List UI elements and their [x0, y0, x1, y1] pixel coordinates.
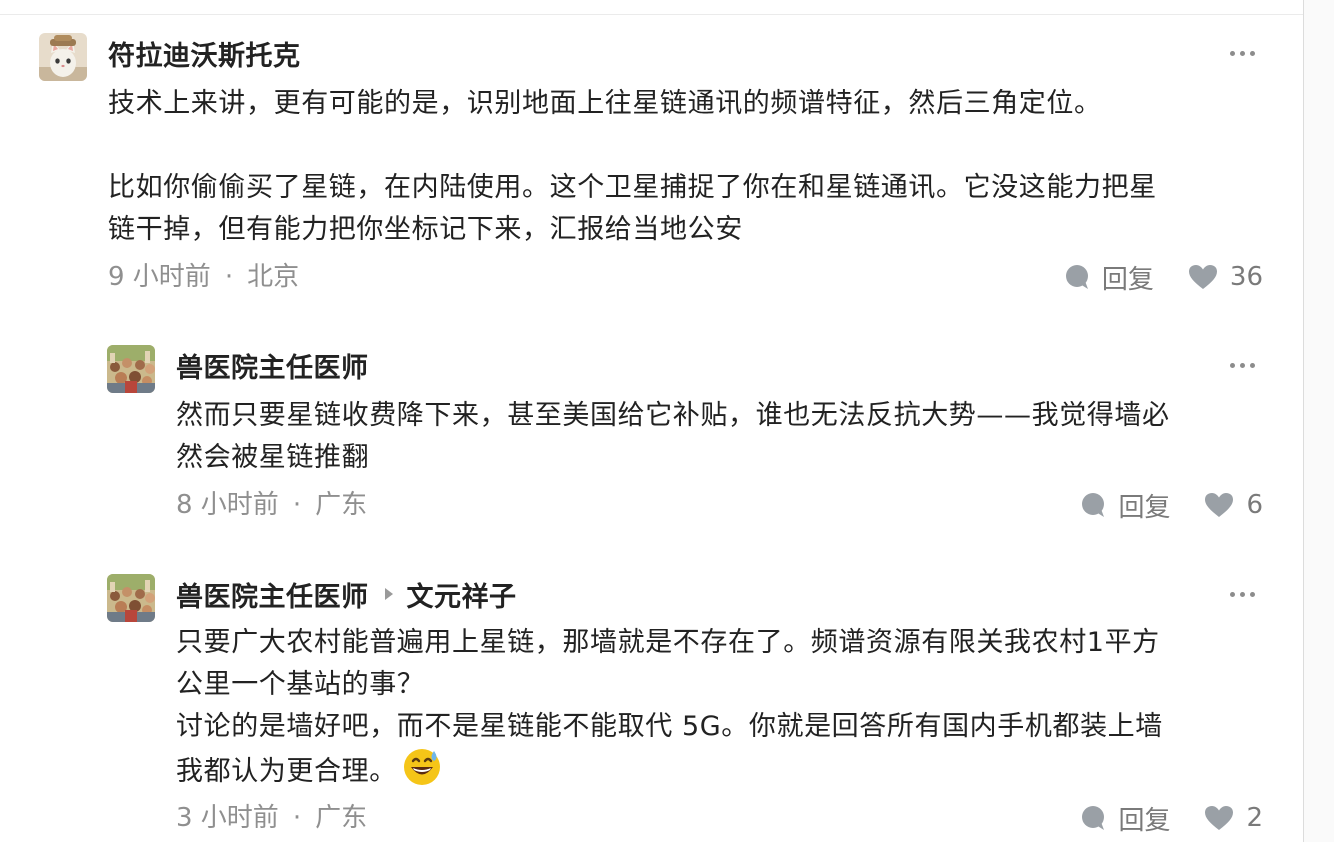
reply-button[interactable]: 回复 — [1080, 487, 1170, 524]
author-row: 兽医院主任医师 — [176, 346, 369, 385]
text-line: 我都认为更合理。 — [176, 756, 397, 787]
reply-label: 回复 — [1101, 264, 1154, 295]
text-line: 公里一个基站的事？ — [176, 669, 425, 700]
reply-to-name[interactable]: 文元祥子 — [407, 575, 517, 614]
heart-icon — [1188, 265, 1217, 289]
comment-meta: 3 小时前 · 广东 — [176, 800, 367, 836]
author-row: 兽医院主任医师 文元祥子 — [176, 575, 517, 614]
comment-text: 然而只要星链收费降下来，甚至美国给它补贴，谁也无法反抗大势——我觉得墙必 然会被… — [176, 395, 1170, 479]
dot-icon — [1240, 51, 1245, 56]
separator-dot: · — [292, 490, 302, 520]
comment-bubble-icon — [1082, 493, 1105, 517]
dot-icon — [1230, 363, 1235, 368]
comment-actions: 回复 36 — [1064, 259, 1263, 295]
comment-text: 技术上来讲，更有可能的是，识别地面上往星链通讯的频谱特征，然后三角定位。 比如你… — [108, 83, 1157, 251]
avatar[interactable] — [107, 345, 155, 393]
dot-icon — [1240, 363, 1245, 368]
reply-label: 回复 — [1118, 492, 1171, 523]
avatar[interactable] — [39, 33, 87, 81]
text-line: 只要广大农村能普遍用上星链，那墙就是不存在了。频谱资源有限关我农村1平方 — [176, 627, 1160, 658]
author-name[interactable]: 兽医院主任医师 — [176, 575, 369, 614]
comment-bubble-icon — [1082, 806, 1105, 830]
text-line: 然会被星链推翻 — [176, 442, 370, 473]
reply-arrow-icon — [384, 588, 393, 600]
comment-3: 兽医院主任医师 文元祥子 只要广大农村能普遍用上星链，那墙就是不存在了。频谱资源… — [107, 574, 1269, 842]
text-line: 讨论的是墙好吧，而不是星链能不能取代 5G。你就是回答所有国内手机都装上墙 — [176, 711, 1163, 742]
grinning-sweat-emoji — [403, 749, 440, 785]
text-line: 技术上来讲，更有可能的是，识别地面上往星链通讯的频谱特征，然后三角定位。 — [108, 88, 1102, 119]
separator-dot: · — [292, 803, 302, 833]
like-button[interactable]: 6 — [1204, 490, 1263, 520]
top-divider — [0, 0, 1304, 15]
heart-icon — [1205, 806, 1234, 830]
more-options-button[interactable] — [1227, 582, 1259, 606]
comment-actions: 回复 6 — [1080, 487, 1263, 523]
cartoon-cat-avatar — [39, 33, 87, 81]
reply-label: 回复 — [1118, 805, 1171, 836]
text-line: 然而只要星链收费降下来，甚至美国给它补贴，谁也无法反抗大势——我觉得墙必 — [176, 400, 1170, 431]
dot-icon — [1250, 51, 1255, 56]
more-options-button[interactable] — [1227, 41, 1259, 65]
reply-button[interactable]: 回复 — [1064, 259, 1154, 296]
dot-icon — [1230, 592, 1235, 597]
text-line: 链干掉，但有能力把你坐标记下来，汇报给当地公安 — [108, 214, 743, 245]
like-count: 36 — [1229, 262, 1263, 292]
like-button[interactable]: 2 — [1204, 803, 1263, 833]
heart-icon — [1205, 493, 1234, 517]
timestamp: 9 小时前 — [108, 262, 211, 292]
comment-2: 兽医院主任医师 然而只要星链收费降下来，甚至美国给它补贴，谁也无法反抗大势——我… — [107, 345, 1269, 535]
comment-text: 只要广大农村能普遍用上星链，那墙就是不存在了。频谱资源有限关我农村1平方 公里一… — [176, 622, 1163, 793]
like-count: 2 — [1246, 803, 1263, 833]
crowd-photo-avatar — [107, 574, 155, 622]
timestamp: 8 小时前 — [176, 490, 279, 520]
comment-actions: 回复 2 — [1080, 800, 1263, 836]
comment-meta: 8 小时前 · 广东 — [176, 487, 367, 523]
location: 北京 — [247, 262, 300, 292]
comment-meta: 9 小时前 · 北京 — [108, 259, 299, 295]
author-name[interactable]: 兽医院主任医师 — [176, 346, 369, 385]
avatar[interactable] — [107, 574, 155, 622]
dot-icon — [1240, 592, 1245, 597]
author-row: 符拉迪沃斯托克 — [108, 34, 301, 73]
dot-icon — [1250, 363, 1255, 368]
reply-button[interactable]: 回复 — [1080, 800, 1170, 837]
separator-dot: · — [224, 262, 234, 292]
text-line-with-emoji: 我都认为更合理。 — [176, 748, 1163, 793]
crowd-photo-avatar — [107, 345, 155, 393]
text-line: 比如你偷偷买了星链，在内陆使用。这个卫星捕捉了你在和星链通讯。它没这能力把星 — [108, 172, 1157, 203]
scrollbar-track[interactable] — [1304, 0, 1334, 842]
location: 广东 — [315, 490, 368, 520]
comment-bubble-icon — [1065, 265, 1088, 289]
author-name[interactable]: 符拉迪沃斯托克 — [108, 34, 301, 73]
like-count: 6 — [1246, 490, 1263, 520]
dot-icon — [1230, 51, 1235, 56]
location: 广东 — [315, 803, 368, 833]
comment-1: 符拉迪沃斯托克 技术上来讲，更有可能的是，识别地面上往星链通讯的频谱特征，然后三… — [39, 33, 1269, 303]
like-button[interactable]: 36 — [1188, 262, 1263, 292]
dot-icon — [1250, 592, 1255, 597]
timestamp: 3 小时前 — [176, 803, 279, 833]
more-options-button[interactable] — [1227, 353, 1259, 377]
